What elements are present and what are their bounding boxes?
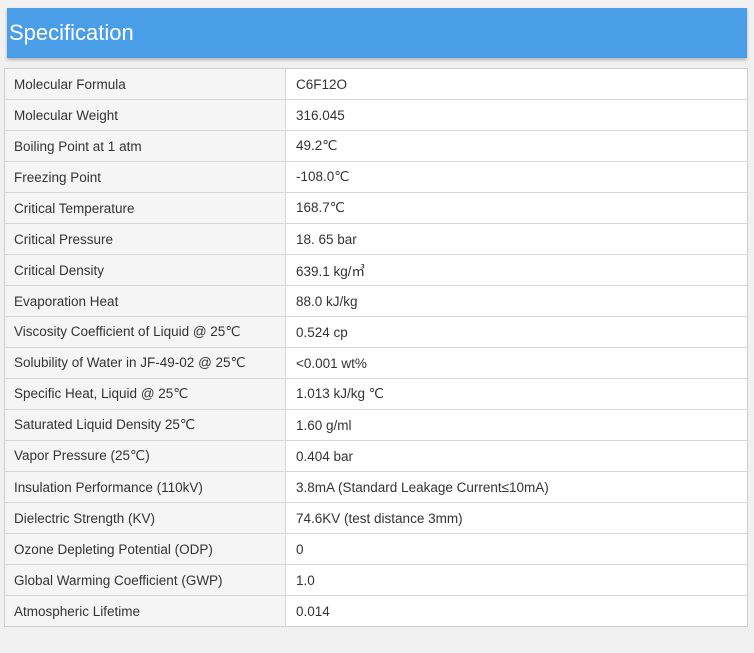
spec-label: Specific Heat, Liquid @ 25℃ [4,378,286,410]
spec-label: Viscosity Coefficient of Liquid @ 25℃ [4,316,286,348]
specification-table-body: Molecular Formula C6F12O Molecular Weigh… [4,68,748,627]
table-row: Critical Pressure 18. 65 bar [4,223,748,255]
table-row: Evaporation Heat 88.0 kJ/kg [4,285,748,317]
spec-label: Atmospheric Lifetime [4,595,286,627]
spec-label: Freezing Point [4,161,286,193]
spec-value: 0.524 cp [285,316,748,348]
table-row: Vapor Pressure (25℃) 0.404 bar [4,440,748,472]
specification-table: Molecular Formula C6F12O Molecular Weigh… [4,68,748,627]
spec-value: 1.013 kJ/kg ℃ [285,378,748,410]
spec-value: 1.0 [285,564,748,596]
spec-label: Dielectric Strength (KV) [4,502,286,534]
spec-value: 3.8mA (Standard Leakage Current≤10mA) [285,471,748,503]
spec-value: <0.001 wt% [285,347,748,379]
table-row: Molecular Formula C6F12O [4,68,748,100]
table-row: Ozone Depleting Potential (ODP) 0 [4,533,748,565]
table-row: Solubility of Water in JF-49-02 @ 25℃ <0… [4,347,748,379]
spec-value: -108.0℃ [285,161,748,193]
table-row: Critical Density 639.1 kg/㎥ [4,254,748,286]
spec-label: Solubility of Water in JF-49-02 @ 25℃ [4,347,286,379]
spec-label: Ozone Depleting Potential (ODP) [4,533,286,565]
spec-label: Boiling Point at 1 atm [4,130,286,162]
spec-value: 0.014 [285,595,748,627]
specification-header: Specification [7,8,747,58]
spec-label: Molecular Formula [4,68,286,100]
spec-label: Saturated Liquid Density 25℃ [4,409,286,441]
spec-value: 0.404 bar [285,440,748,472]
spec-label: Critical Pressure [4,223,286,255]
table-row: Critical Temperature 168.7℃ [4,192,748,224]
spec-value: C6F12O [285,68,748,100]
table-row: Specific Heat, Liquid @ 25℃ 1.013 kJ/kg … [4,378,748,410]
spec-label: Insulation Performance (110kV) [4,471,286,503]
spec-label: Vapor Pressure (25℃) [4,440,286,472]
spec-label: Global Warming Coefficient (GWP) [4,564,286,596]
page-title: Specification [9,20,134,45]
spec-label: Critical Density [4,254,286,286]
spec-value: 639.1 kg/㎥ [285,254,748,286]
spec-value: 18. 65 bar [285,223,748,255]
table-row: Viscosity Coefficient of Liquid @ 25℃ 0.… [4,316,748,348]
spec-label: Molecular Weight [4,99,286,131]
spec-value: 316.045 [285,99,748,131]
table-row: Global Warming Coefficient (GWP) 1.0 [4,564,748,596]
table-row: Dielectric Strength (KV) 74.6KV (test di… [4,502,748,534]
table-row: Atmospheric Lifetime 0.014 [4,595,748,627]
table-row: Saturated Liquid Density 25℃ 1.60 g/ml [4,409,748,441]
spec-value: 49.2℃ [285,130,748,162]
spec-value: 1.60 g/ml [285,409,748,441]
table-row: Freezing Point -108.0℃ [4,161,748,193]
table-row: Boiling Point at 1 atm 49.2℃ [4,130,748,162]
table-row: Molecular Weight 316.045 [4,99,748,131]
spec-label: Critical Temperature [4,192,286,224]
spec-value: 168.7℃ [285,192,748,224]
spec-value: 0 [285,533,748,565]
spec-value: 88.0 kJ/kg [285,285,748,317]
spec-label: Evaporation Heat [4,285,286,317]
table-row: Insulation Performance (110kV) 3.8mA (St… [4,471,748,503]
spec-value: 74.6KV (test distance 3mm) [285,502,748,534]
